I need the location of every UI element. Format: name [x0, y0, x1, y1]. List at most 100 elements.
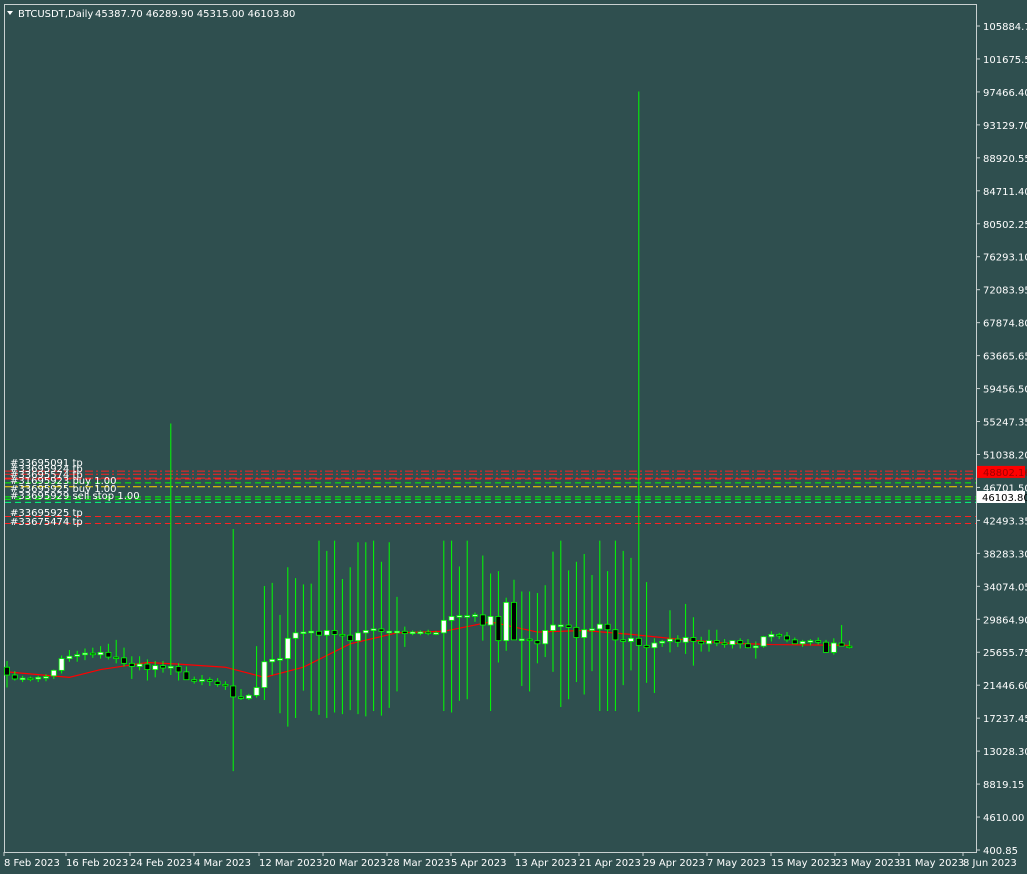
candle-body[interactable]	[464, 615, 471, 618]
candle-body[interactable]	[199, 679, 205, 682]
candle-body[interactable]	[737, 640, 744, 645]
candle-body[interactable]	[791, 639, 798, 645]
candle-body[interactable]	[284, 637, 291, 660]
candle-body[interactable]	[331, 630, 338, 635]
candle-body[interactable]	[487, 616, 494, 626]
candle-body[interactable]	[277, 658, 283, 661]
candle-body[interactable]	[394, 630, 400, 634]
candle-body[interactable]	[643, 644, 650, 649]
candle-body[interactable]	[97, 651, 104, 656]
candle-body[interactable]	[698, 641, 705, 645]
candle-body[interactable]	[74, 654, 81, 657]
candle-body[interactable]	[440, 619, 447, 634]
candle-body[interactable]	[542, 630, 549, 645]
candle-body[interactable]	[557, 624, 564, 627]
candle-body[interactable]	[339, 634, 346, 637]
candle-body[interactable]	[589, 628, 595, 631]
candle-body[interactable]	[760, 636, 767, 647]
candle-body[interactable]	[768, 634, 775, 638]
candle-body[interactable]	[612, 629, 619, 641]
candle-body[interactable]	[292, 632, 299, 639]
candle-body[interactable]	[659, 641, 666, 644]
candle-body[interactable]	[721, 642, 728, 645]
candle-body[interactable]	[347, 634, 354, 642]
candle-body[interactable]	[674, 638, 681, 643]
candle-body[interactable]	[230, 685, 237, 698]
candle-body[interactable]	[300, 631, 307, 634]
candle-body[interactable]	[729, 640, 736, 645]
candle-body[interactable]	[713, 640, 720, 644]
candle-body[interactable]	[409, 631, 416, 635]
candle-body[interactable]	[4, 666, 10, 676]
candle-body[interactable]	[261, 661, 268, 688]
candle-body[interactable]	[386, 630, 393, 634]
candle-body[interactable]	[58, 658, 65, 671]
candle-body[interactable]	[105, 651, 112, 658]
candle-body[interactable]	[113, 656, 120, 659]
candle-body[interactable]	[50, 669, 57, 677]
candle-body[interactable]	[682, 637, 689, 643]
candle-body[interactable]	[253, 687, 260, 696]
candle-body[interactable]	[550, 624, 556, 631]
candle-body[interactable]	[776, 634, 783, 637]
candle-body[interactable]	[503, 601, 510, 642]
candle-body[interactable]	[433, 632, 439, 635]
candle-body[interactable]	[308, 630, 315, 634]
candle-body[interactable]	[417, 631, 424, 634]
candle-body[interactable]	[401, 630, 408, 635]
candle-body[interactable]	[596, 623, 603, 630]
price-chart[interactable]: #33695091 tp#33695924 tp#33695574 tp#316…	[0, 0, 1027, 874]
candle-body[interactable]	[604, 623, 611, 631]
candle-body[interactable]	[370, 628, 377, 631]
candle-body[interactable]	[628, 637, 634, 642]
candle-body[interactable]	[316, 630, 322, 636]
candle-body[interactable]	[355, 632, 361, 642]
candle-body[interactable]	[245, 694, 252, 699]
candle-body[interactable]	[518, 638, 525, 641]
candle-body[interactable]	[495, 616, 502, 642]
candle-body[interactable]	[838, 642, 845, 647]
candle-body[interactable]	[667, 638, 673, 642]
candle-body[interactable]	[425, 631, 432, 634]
candle-body[interactable]	[581, 629, 588, 638]
candle-body[interactable]	[534, 640, 541, 645]
candle-body[interactable]	[378, 628, 385, 632]
candle-body[interactable]	[823, 641, 829, 653]
candle-body[interactable]	[472, 614, 478, 617]
candle-body[interactable]	[82, 652, 88, 656]
candle-body[interactable]	[799, 641, 806, 645]
candle-body[interactable]	[752, 645, 759, 649]
candle-body[interactable]	[323, 630, 330, 636]
candle-body[interactable]	[11, 674, 18, 680]
candle-body[interactable]	[66, 655, 73, 660]
candle-body[interactable]	[651, 642, 658, 649]
candle-body[interactable]	[144, 663, 151, 670]
candle-body[interactable]	[152, 665, 159, 670]
candle-body[interactable]	[511, 601, 517, 641]
candle-body[interactable]	[35, 676, 42, 680]
candle-body[interactable]	[635, 637, 642, 646]
candle-body[interactable]	[269, 659, 276, 663]
candle-body[interactable]	[206, 679, 213, 682]
candle-body[interactable]	[222, 684, 229, 687]
candle-body[interactable]	[526, 638, 533, 642]
candle-body[interactable]	[238, 696, 244, 699]
candle-body[interactable]	[362, 630, 369, 634]
candle-body[interactable]	[456, 615, 463, 618]
candle-body[interactable]	[830, 642, 837, 653]
candle-body[interactable]	[89, 652, 96, 656]
candle-body[interactable]	[191, 679, 198, 682]
candle-body[interactable]	[448, 616, 455, 621]
candle-body[interactable]	[846, 645, 853, 649]
candle-body[interactable]	[128, 662, 135, 667]
candle-body[interactable]	[807, 640, 814, 643]
candle-body[interactable]	[167, 666, 174, 669]
candle-body[interactable]	[175, 666, 182, 673]
candle-body[interactable]	[160, 665, 166, 669]
candle-body[interactable]	[784, 635, 790, 641]
candle-body[interactable]	[745, 643, 751, 649]
candle-body[interactable]	[136, 663, 143, 667]
candle-body[interactable]	[706, 640, 712, 645]
candle-body[interactable]	[121, 657, 127, 664]
candle-body[interactable]	[565, 624, 572, 628]
